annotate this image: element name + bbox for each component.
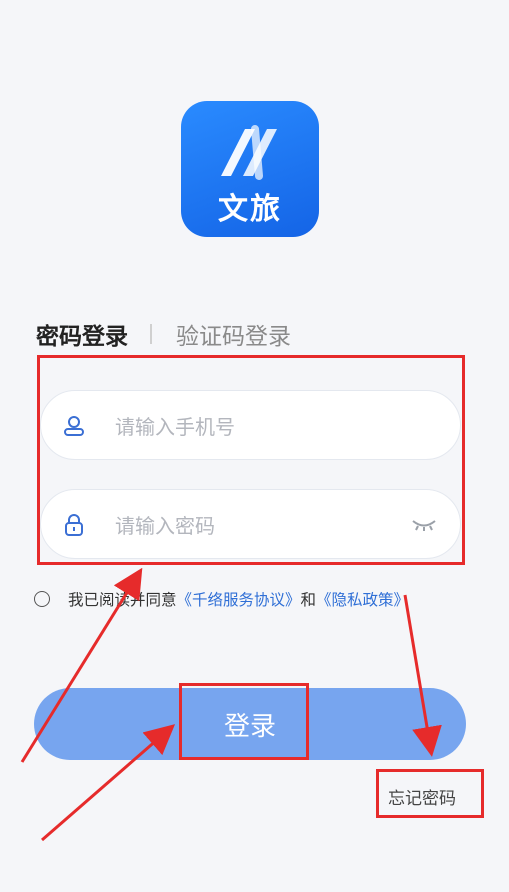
service-agreement-link[interactable]: 《千络服务协议》	[177, 588, 301, 610]
app-logo: 文旅	[181, 101, 319, 237]
privacy-policy-link[interactable]: 《隐私政策》	[316, 588, 409, 610]
tab-password-login[interactable]: 密码登录	[36, 317, 128, 351]
password-field[interactable]	[40, 489, 461, 559]
logo-text: 文旅	[218, 192, 282, 227]
tab-divider	[150, 324, 152, 344]
user-icon	[64, 416, 84, 436]
agreement-row: 我已阅读并同意 《千络服务协议》 和 《隐私政策》	[34, 588, 409, 610]
eye-closed-icon[interactable]	[410, 516, 438, 534]
agreement-and: 和	[300, 591, 317, 609]
forgot-password-link[interactable]: 忘记密码	[388, 784, 456, 809]
agreement-prefix: 我已阅读并同意	[68, 591, 177, 609]
login-tabs: 密码登录 验证码登录	[36, 317, 291, 351]
login-button[interactable]: 登录	[34, 688, 466, 760]
agree-checkbox[interactable]	[34, 591, 50, 607]
phone-input[interactable]	[113, 409, 397, 445]
tab-code-login[interactable]: 验证码登录	[176, 317, 291, 351]
password-input[interactable]	[113, 508, 397, 544]
lock-icon	[65, 514, 83, 536]
phone-field[interactable]	[40, 390, 461, 460]
